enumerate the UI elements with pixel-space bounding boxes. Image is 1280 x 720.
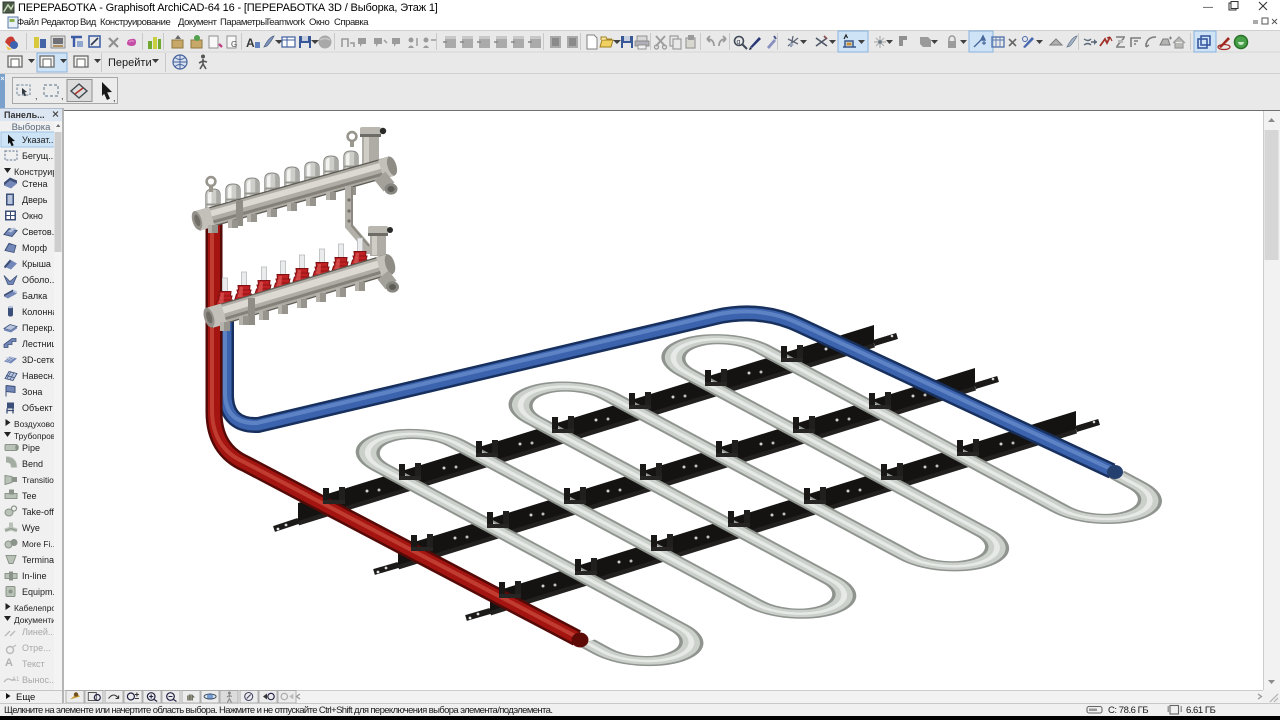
svg-text:Кабелепров: Кабелепров — [14, 603, 61, 613]
svg-text:Отре...: Отре... — [22, 643, 51, 653]
svg-text:Вынос...: Вынос... — [22, 675, 56, 685]
svg-text:A: A — [5, 657, 13, 669]
svg-text:Take-off: Take-off — [22, 507, 54, 517]
svg-text:Стена: Стена — [22, 179, 48, 189]
svg-text:Колонна: Колонна — [22, 307, 57, 317]
svg-text:Pipe: Pipe — [22, 443, 40, 453]
svg-text:Terminal: Terminal — [22, 555, 56, 565]
svg-text:Крыша: Крыша — [22, 259, 51, 269]
svg-text:Оболо...: Оболо... — [22, 275, 57, 285]
svg-text:Дверь: Дверь — [22, 195, 48, 205]
svg-text:Зона: Зона — [22, 387, 42, 397]
svg-text:In-line: In-line — [22, 571, 47, 581]
svg-text:Морф: Морф — [22, 243, 48, 253]
svg-text:Линей...: Линей... — [22, 627, 55, 637]
svg-text:Окно: Окно — [22, 211, 43, 221]
svg-text:Документир: Документир — [14, 615, 61, 625]
svg-text:Трубопрово: Трубопрово — [14, 431, 60, 441]
svg-text:Указат...: Указат... — [22, 135, 56, 145]
svg-text:Bend: Bend — [22, 459, 43, 469]
svg-text:Еще: Еще — [16, 692, 35, 703]
svg-text:Объект: Объект — [22, 403, 53, 413]
svg-text:Бегущ...: Бегущ... — [22, 151, 56, 161]
svg-text:Выборка: Выборка — [12, 122, 52, 133]
svg-text:Панель...: Панель... — [4, 110, 45, 120]
svg-text:3D-сетка: 3D-сетка — [22, 355, 59, 365]
svg-text:Воздуховод: Воздуховод — [14, 419, 59, 429]
svg-text:Tee: Tee — [22, 491, 37, 501]
svg-text:More Fi...: More Fi... — [22, 539, 57, 549]
svg-text:Transition: Transition — [22, 475, 59, 485]
svg-text:Светов...: Светов... — [22, 227, 59, 237]
svg-text:A1: A1 — [12, 677, 20, 683]
svg-text:Балка: Балка — [22, 291, 47, 301]
svg-text:Wye: Wye — [22, 523, 40, 533]
svg-text:Конструир: Конструир — [14, 167, 57, 177]
svg-text:Текст: Текст — [22, 659, 45, 669]
